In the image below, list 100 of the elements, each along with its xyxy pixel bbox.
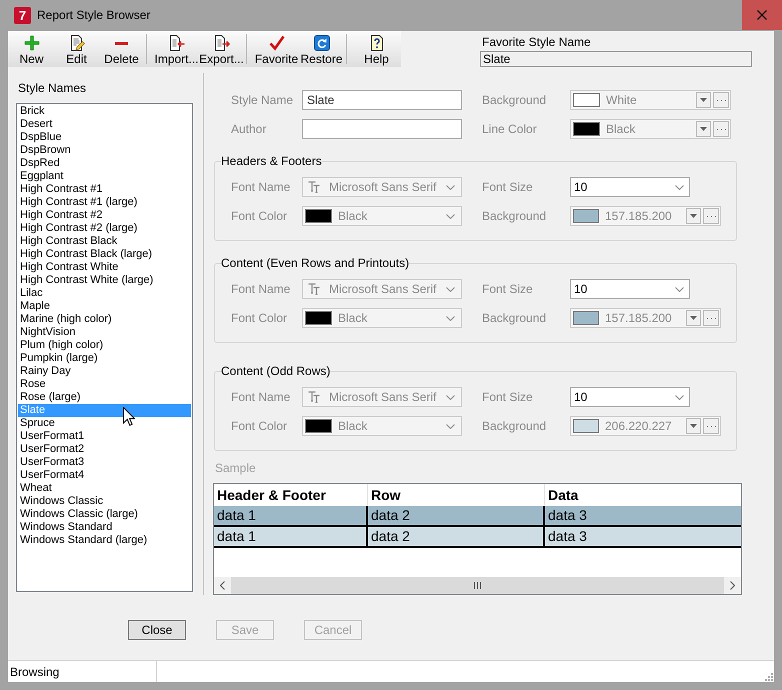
- list-item[interactable]: DspBrown: [18, 144, 191, 157]
- document-arrow-in-icon: [168, 35, 184, 51]
- list-item[interactable]: High Contrast #1 (large): [18, 196, 191, 209]
- field-label: Background: [482, 93, 546, 107]
- list-item[interactable]: Rainy Day: [18, 365, 191, 378]
- document-pencil-icon: [68, 35, 84, 51]
- size-dropdown[interactable]: 10: [570, 177, 690, 197]
- section-label: Sample: [215, 461, 256, 475]
- size-dropdown[interactable]: 10: [570, 279, 690, 299]
- table-cell-text: data 3: [547, 506, 588, 525]
- chevron-down-icon: [675, 286, 684, 292]
- list-item[interactable]: DspRed: [18, 157, 191, 170]
- table-cell: data 2: [368, 506, 545, 525]
- checkmark-icon: [268, 35, 284, 51]
- list-item[interactable]: Windows Classic: [18, 495, 191, 508]
- list-item[interactable]: UserFormat2: [18, 443, 191, 456]
- list-item[interactable]: Windows Standard (large): [18, 534, 191, 547]
- scroll-grip-icon: [474, 582, 481, 589]
- dialog-button[interactable]: Close: [128, 620, 186, 640]
- close-icon: [757, 10, 767, 20]
- table-cell: data 1: [214, 527, 368, 546]
- list-item[interactable]: High Contrast #1: [18, 183, 191, 196]
- list-item[interactable]: High Contrast #2 (large): [18, 222, 191, 235]
- list-item[interactable]: Spruce: [18, 417, 191, 430]
- list-item[interactable]: UserFormat4: [18, 469, 191, 482]
- list-item[interactable]: Pumpkin (large): [18, 352, 191, 365]
- field-label: Font Size: [482, 180, 533, 194]
- field-label: Line Color: [482, 122, 537, 136]
- chevron-down-icon: [446, 424, 455, 428]
- list-item[interactable]: Eggplant: [18, 170, 191, 183]
- triangle-down-icon: [690, 424, 697, 428]
- text-field[interactable]: Slate: [302, 90, 462, 110]
- chevron-down-icon: [675, 394, 684, 400]
- triangle-down-icon: [700, 127, 707, 131]
- toolbar-button[interactable]: Restore: [299, 31, 344, 67]
- chevron-down-icon: [446, 184, 455, 190]
- table-cell: data 2: [368, 527, 545, 546]
- list-item[interactable]: Rose: [18, 378, 191, 391]
- field-label: Font Color: [231, 209, 288, 223]
- help-icon: [368, 35, 384, 51]
- list-label: Style Names: [18, 81, 86, 95]
- list-item[interactable]: Lilac: [18, 287, 191, 300]
- list-item[interactable]: High Contrast White: [18, 261, 191, 274]
- list-item[interactable]: High Contrast Black (large): [18, 248, 191, 261]
- list-item[interactable]: DspBlue: [18, 131, 191, 144]
- chevron-down-icon: [446, 316, 455, 320]
- chevron-down-icon: [446, 394, 455, 400]
- toolbar-button[interactable]: Edit: [54, 31, 99, 67]
- field-label: Style Name: [231, 93, 294, 107]
- document-arrow-out-icon: [214, 35, 230, 51]
- font-icon: [308, 181, 320, 193]
- list-item[interactable]: UserFormat3: [18, 456, 191, 469]
- chevron-down-icon: [446, 286, 455, 292]
- list-item[interactable]: Marine (high color): [18, 313, 191, 326]
- toolbar-button[interactable]: Import...: [154, 31, 199, 67]
- minus-icon: [115, 42, 128, 44]
- list-item[interactable]: Brick: [18, 105, 191, 118]
- list-item[interactable]: Maple: [18, 300, 191, 313]
- column-header[interactable]: Data: [545, 484, 741, 506]
- chevron-down-icon: [446, 214, 455, 218]
- list-item[interactable]: UserFormat1: [18, 430, 191, 443]
- chevron-left-icon: [220, 581, 225, 590]
- triangle-down-icon: [700, 98, 707, 102]
- mouse-pointer-icon: [123, 407, 135, 426]
- field-label: Background: [482, 209, 546, 223]
- chevron-down-icon: [675, 184, 684, 190]
- group-title: Headers & Footers: [221, 154, 322, 168]
- toolbar-button[interactable]: Help: [354, 31, 399, 67]
- toolbar-button[interactable]: New: [9, 31, 54, 67]
- list-item[interactable]: High Contrast #2: [18, 209, 191, 222]
- table-cell-text: data 3: [547, 527, 588, 546]
- close-button[interactable]: [742, 0, 782, 30]
- text-field[interactable]: Slate: [480, 51, 752, 67]
- list-item[interactable]: High Contrast Black: [18, 235, 191, 248]
- field-label: Favorite Style Name: [482, 35, 591, 49]
- field-label: Font Size: [482, 282, 533, 296]
- field-label: Background: [482, 311, 546, 325]
- field-label: Author: [231, 122, 266, 136]
- triangle-down-icon: [690, 214, 697, 218]
- window-title: Report Style Browser: [37, 8, 150, 23]
- list-item[interactable]: Rose (large): [18, 391, 191, 404]
- toolbar-button[interactable]: Export...: [199, 31, 244, 67]
- field-label: Background: [482, 419, 546, 433]
- text-field[interactable]: [302, 119, 462, 139]
- size-dropdown[interactable]: 10: [570, 387, 690, 407]
- field-label: Font Color: [231, 419, 288, 433]
- list-item[interactable]: Desert: [18, 118, 191, 131]
- list-item[interactable]: Windows Standard: [18, 521, 191, 534]
- table-cell: data 1: [214, 506, 368, 525]
- list-item[interactable]: NightVision: [18, 326, 191, 339]
- status-text: Browsing: [10, 664, 60, 678]
- font-icon: [308, 391, 320, 403]
- list-item[interactable]: Wheat: [18, 482, 191, 495]
- list-item[interactable]: Windows Classic (large): [18, 508, 191, 521]
- field-label: Font Color: [231, 311, 288, 325]
- toolbar-button[interactable]: Favorite: [254, 31, 299, 67]
- toolbar-button[interactable]: Delete: [99, 31, 144, 67]
- app-logo: 7: [14, 7, 31, 24]
- list-item[interactable]: High Contrast White (large): [18, 274, 191, 287]
- list-item[interactable]: Plum (high color): [18, 339, 191, 352]
